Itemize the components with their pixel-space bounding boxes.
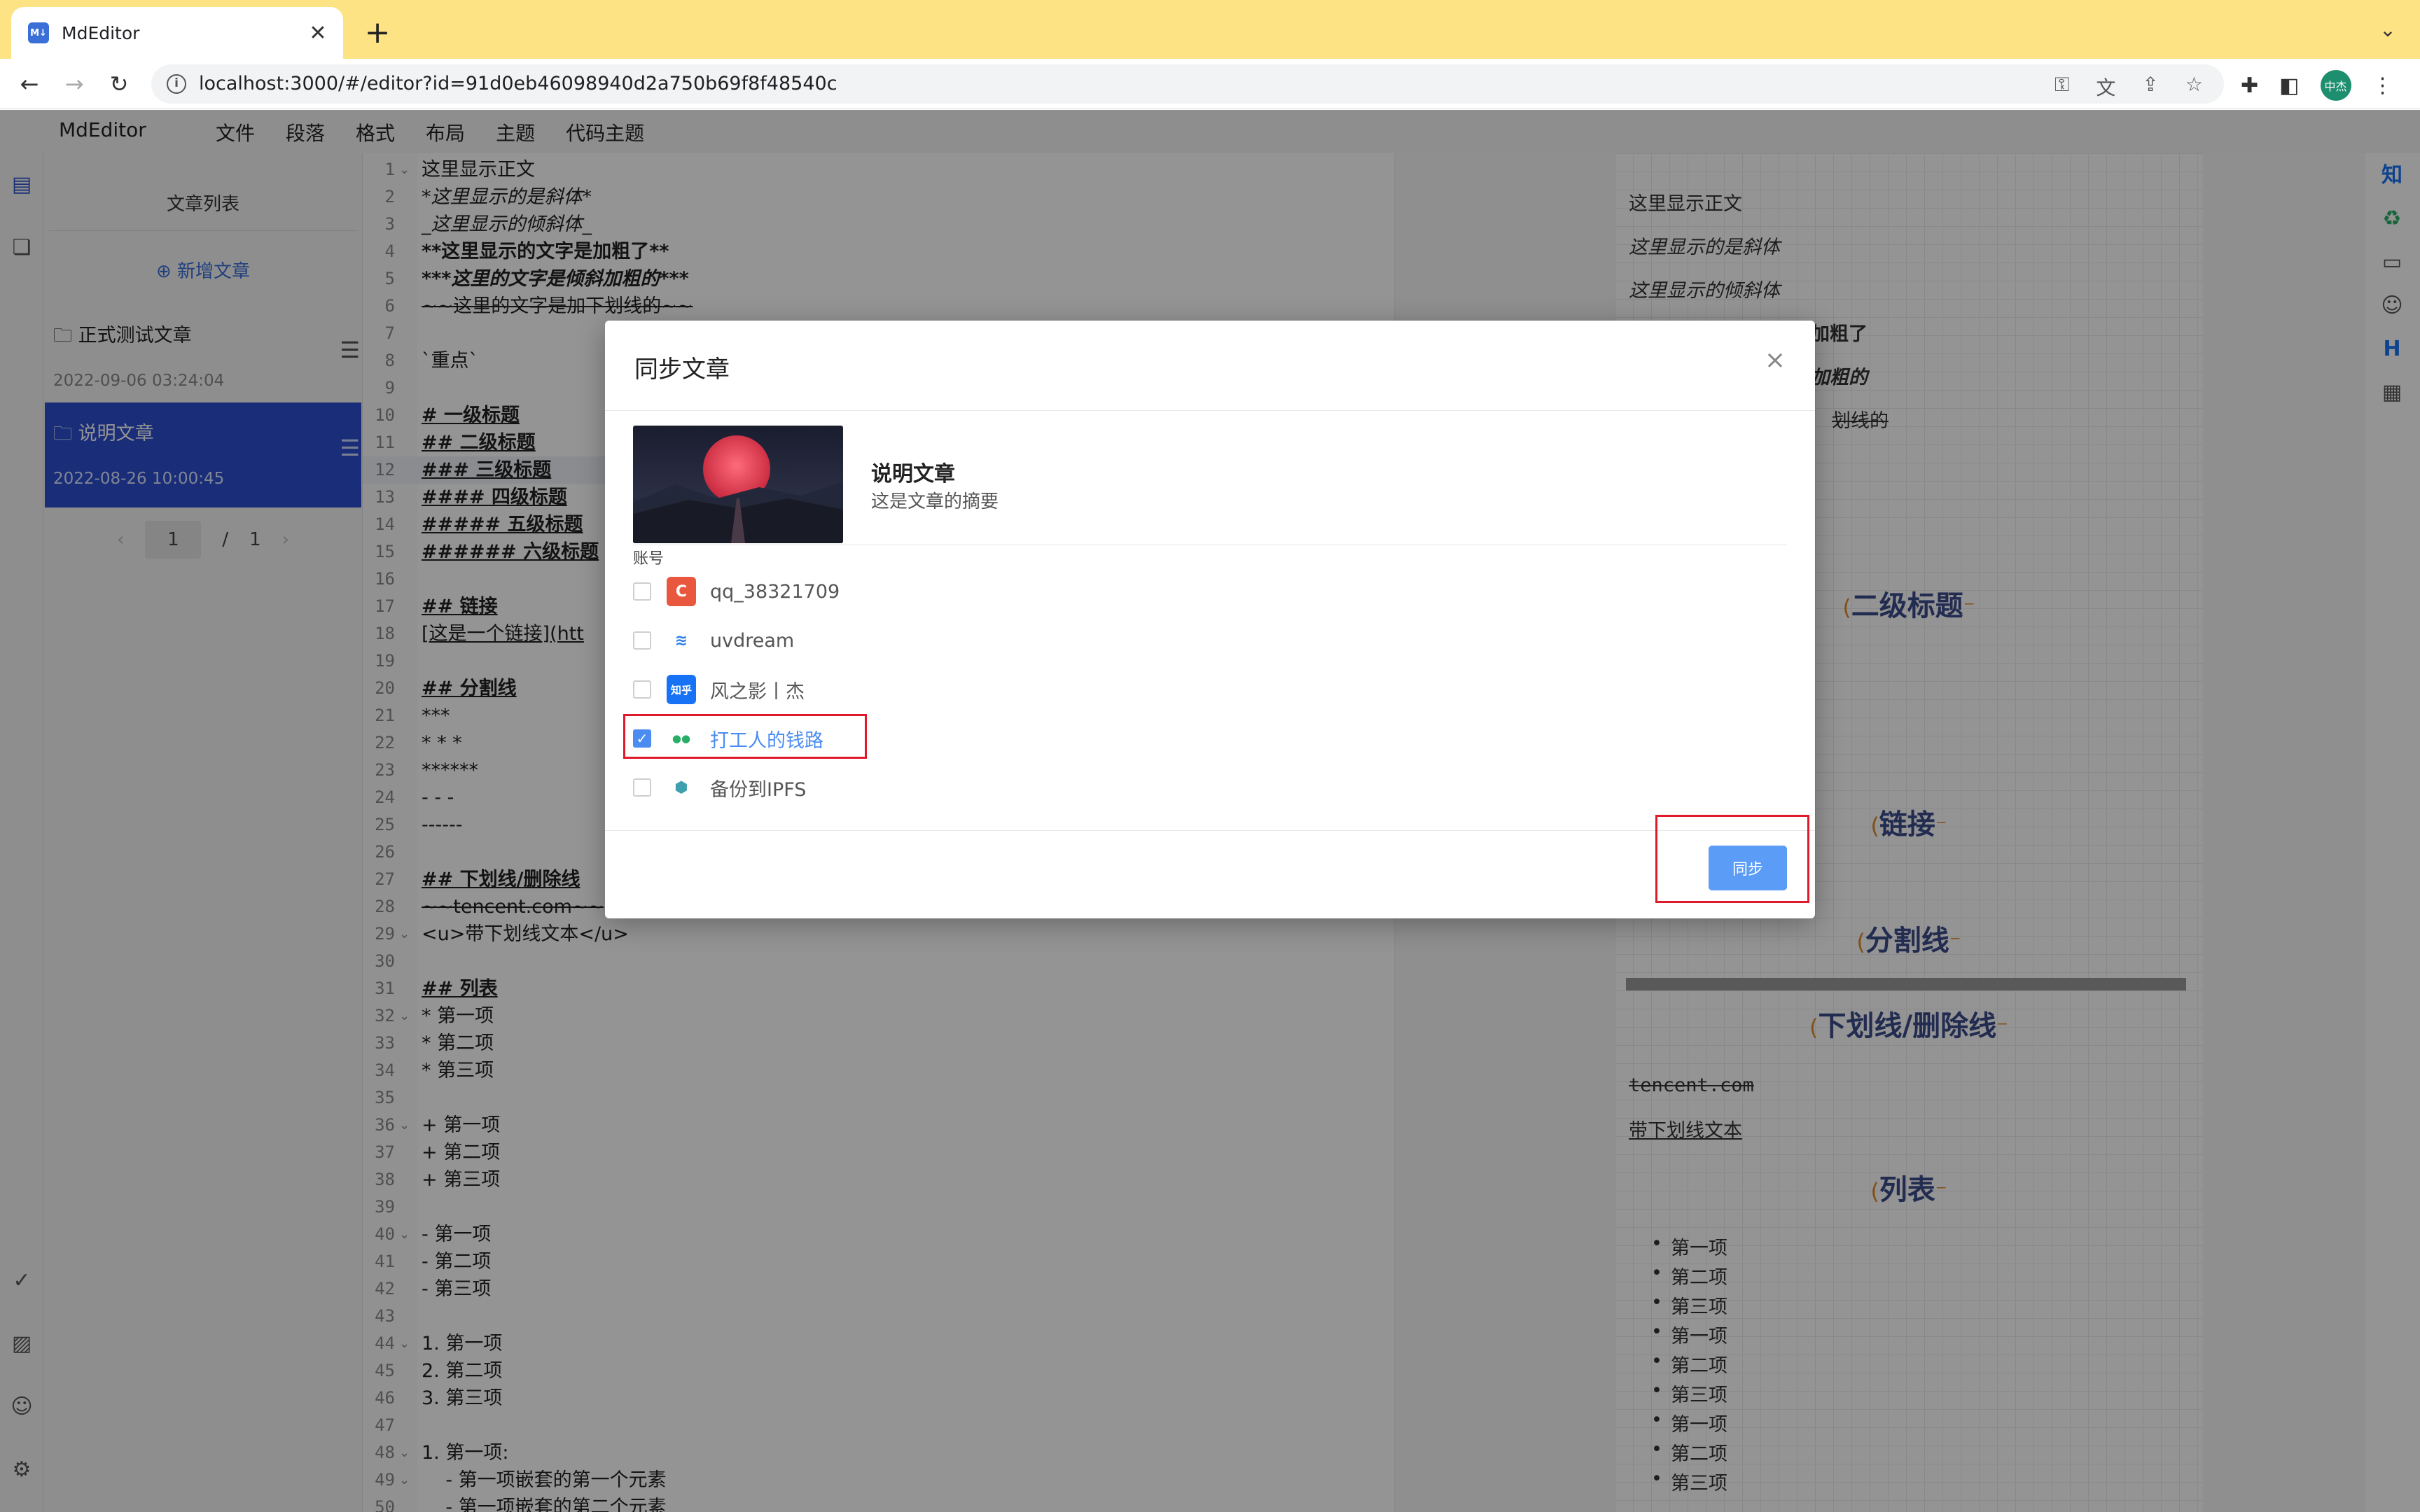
sync-button[interactable]: 同步 (1709, 846, 1787, 890)
account-row[interactable]: ⬢ 备份到IPFS (633, 770, 806, 805)
url-text[interactable]: localhost:3000/#/editor?id=91d0eb4609894… (199, 73, 837, 94)
platform-icon: 知乎 (667, 675, 696, 704)
tab-search-chevron-icon[interactable]: ⌄ (2374, 18, 2402, 46)
mdeditor-favicon-icon: M↓ (28, 22, 49, 43)
divider (605, 410, 1815, 411)
platform-icon: ⬢ (667, 773, 696, 802)
account-label: 账号 (633, 550, 665, 568)
extensions-puzzle-icon[interactable]: ✚ (2241, 74, 2258, 98)
account-name[interactable]: 风之影丨杰 (710, 676, 805, 704)
divider (605, 830, 1815, 831)
dialog-title: 同步文章 (634, 356, 730, 384)
reload-icon[interactable]: ↻ (104, 69, 134, 99)
tab-title: MdEditor (62, 22, 140, 43)
account-checkbox[interactable] (633, 631, 651, 650)
account-row[interactable]: 知乎 风之影丨杰 (633, 672, 805, 707)
browser-tab[interactable]: M↓ MdEditor ✕ (11, 7, 343, 59)
browser-menu-icon[interactable]: ⋮ (2372, 74, 2393, 98)
sync-article-dialog: 同步文章 × 说明文章 这是文章的摘要 账号 Cqq_38321709 ≋ uv… (605, 321, 1815, 918)
new-tab-button[interactable]: + (361, 17, 394, 49)
sync-article-title: 说明文章 (871, 462, 955, 486)
back-arrow-icon[interactable]: ← (14, 69, 45, 99)
article-cover-image (633, 426, 843, 543)
account-name[interactable]: 备份到IPFS (710, 774, 806, 802)
forward-arrow-icon[interactable]: → (59, 69, 90, 99)
profile-avatar[interactable]: 中杰 (2320, 70, 2351, 101)
tab-close-icon[interactable]: ✕ (304, 19, 332, 47)
site-info-icon[interactable]: i (167, 74, 186, 94)
account-row[interactable]: ≋ uvdream (633, 623, 794, 658)
account-checkbox[interactable] (633, 778, 651, 797)
browser-toolbar: ← → ↻ i localhost:3000/#/editor?id=91d0e… (0, 59, 2420, 109)
account-name[interactable]: qq_38321709 (710, 581, 840, 603)
sync-article-summary: 这是文章的摘要 (871, 491, 999, 512)
bookmark-star-icon[interactable]: ☆ (2185, 73, 2203, 101)
translate-icon[interactable]: 文 (2096, 73, 2115, 101)
account-checkbox[interactable] (633, 582, 651, 601)
key-icon[interactable]: ⚿ (2054, 73, 2069, 101)
account-name[interactable]: uvdream (710, 630, 794, 652)
address-bar[interactable]: i localhost:3000/#/editor?id=91d0eb46098… (151, 64, 2224, 104)
account-checkbox[interactable] (633, 680, 651, 699)
selected-account-highlight (623, 714, 867, 759)
account-row[interactable]: Cqq_38321709 (633, 574, 840, 609)
platform-icon: ≋ (667, 626, 696, 655)
share-icon[interactable]: ⇪ (2142, 73, 2158, 101)
dialog-close-icon[interactable]: × (1765, 346, 1786, 374)
side-panel-icon[interactable]: ◧ (2279, 74, 2299, 98)
browser-tab-strip: M↓ MdEditor ✕ + ⌄ (0, 0, 2420, 59)
platform-icon: C (667, 577, 696, 606)
